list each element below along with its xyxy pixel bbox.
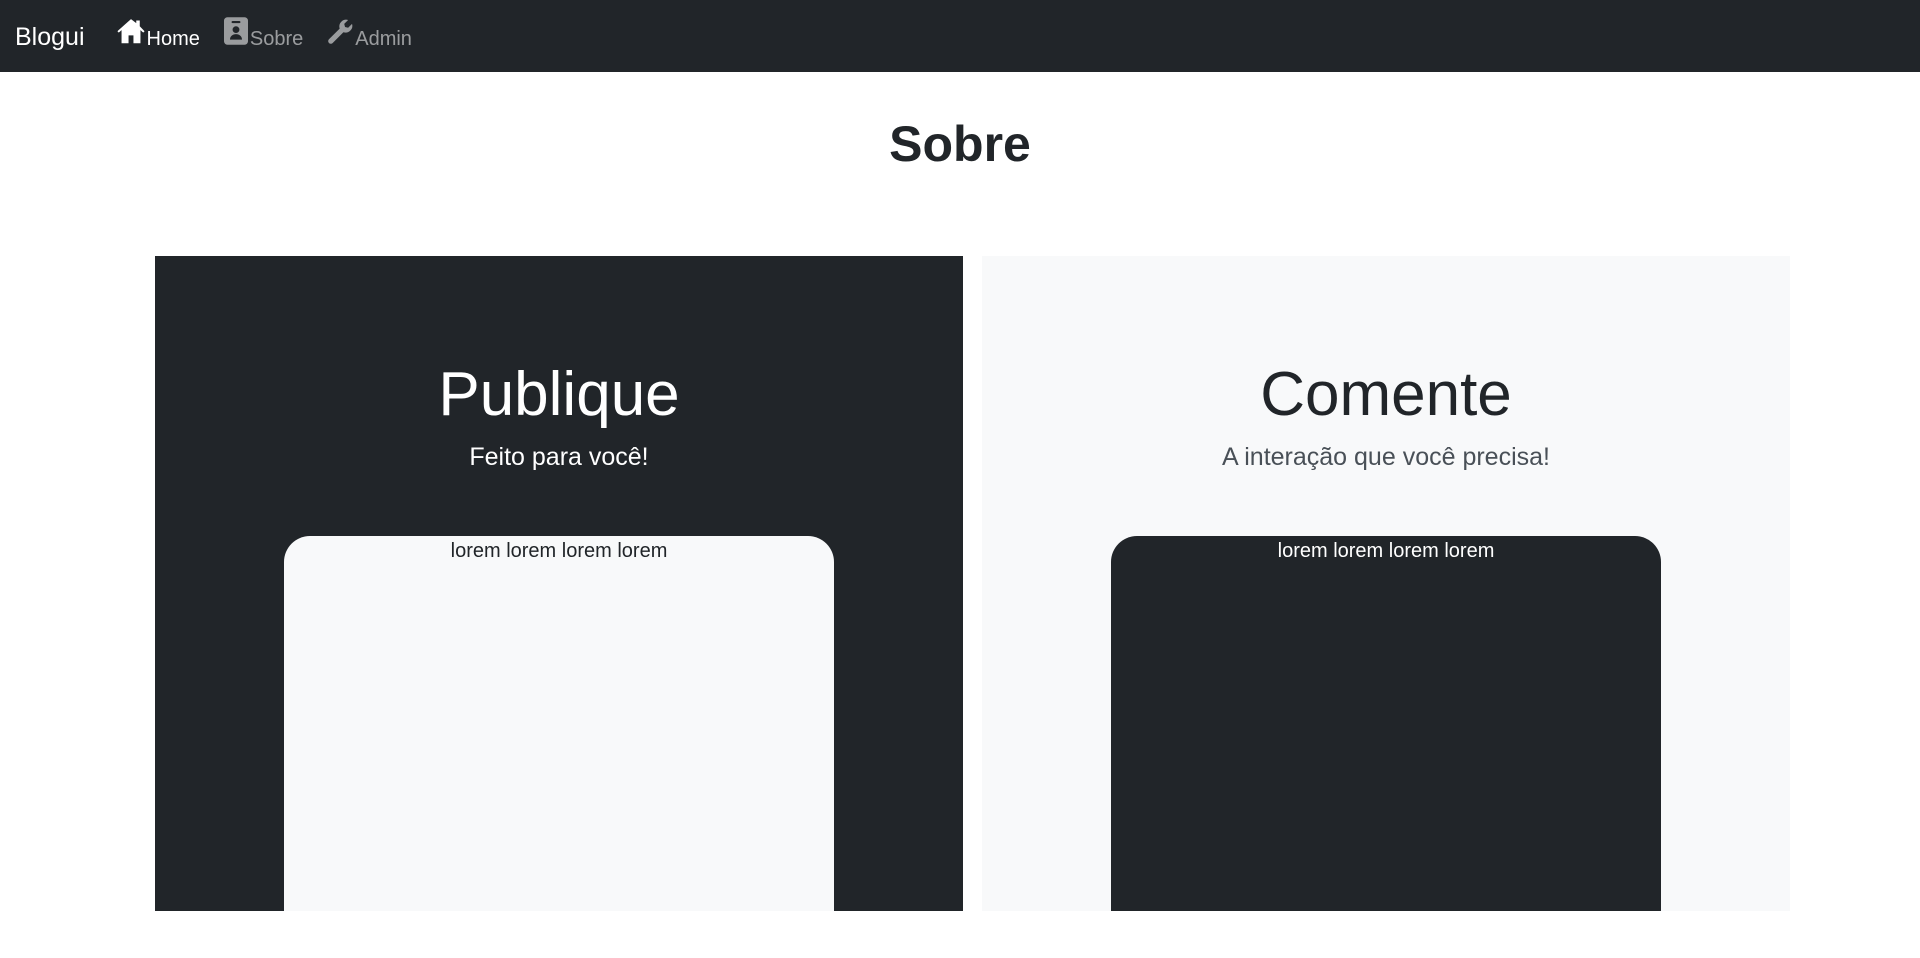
panel-heading: Publique <box>438 360 680 429</box>
nav-link-sobre[interactable]: Sobre <box>223 17 304 51</box>
panel-heading: Comente <box>1260 360 1512 429</box>
panel-card: lorem lorem lorem lorem <box>1111 536 1661 911</box>
home-icon <box>117 17 145 45</box>
navbar: Blogui Home Sobre Admin <box>0 0 1920 72</box>
wrench-icon <box>327 18 353 44</box>
feature-panel-comente: Comente A interação que você precisa! lo… <box>982 256 1790 911</box>
nav-link-home-label: Home <box>146 27 200 50</box>
panel-card-text: lorem lorem lorem lorem <box>1277 540 1495 562</box>
page-title: Sobre <box>889 116 1031 172</box>
nav-link-admin[interactable]: Admin <box>327 19 412 51</box>
contact-card-icon <box>223 17 248 45</box>
panel-card-text: lorem lorem lorem lorem <box>450 540 668 562</box>
panel-card: lorem lorem lorem lorem <box>284 536 834 911</box>
nav-link-home[interactable]: Home <box>117 19 200 51</box>
feature-panel-publique: Publique Feito para você! lorem lorem lo… <box>155 256 963 911</box>
nav-link-admin-label: Admin <box>355 27 412 50</box>
nav-links: Home Sobre Admin <box>117 17 436 51</box>
panel-subtitle: A interação que você precisa! <box>1222 443 1550 471</box>
panel-subtitle: Feito para você! <box>469 443 649 471</box>
brand-link[interactable]: Blogui <box>15 24 85 50</box>
nav-link-sobre-label: Sobre <box>249 27 304 50</box>
